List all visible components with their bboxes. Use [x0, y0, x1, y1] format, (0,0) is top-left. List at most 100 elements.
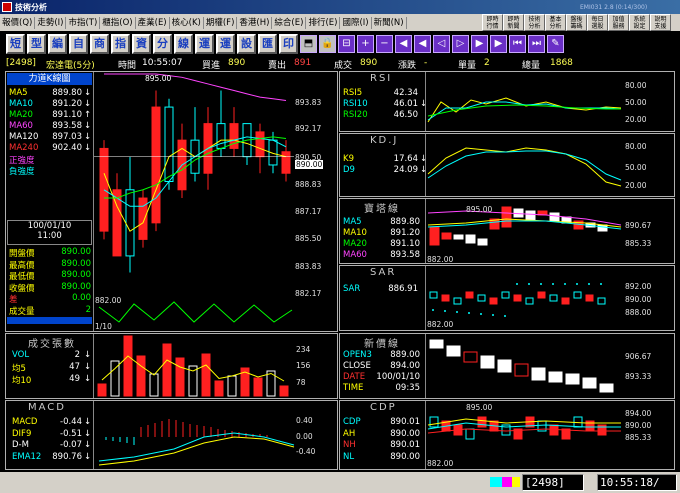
first-icon[interactable]: ⏮ [509, 35, 526, 53]
step-right-icon[interactable]: ▶ [471, 35, 488, 53]
toolbar-button-2[interactable]: 編 [48, 34, 67, 54]
last-icon[interactable]: ⏭ [528, 35, 545, 53]
quick-button-1[interactable]: 即時 新聞 [503, 14, 524, 31]
volume-bar [136, 355, 146, 397]
tower-low: 882.00 [427, 255, 454, 264]
scroll-left-icon[interactable]: ◀ [395, 35, 412, 53]
tower-row-label: MA10 [343, 228, 367, 238]
menu-item-3[interactable]: 櫃指(O) [100, 16, 136, 29]
ohlc-value: 890.00 [61, 270, 91, 280]
volume-panel[interactable]: 成交張數 VOL 2 ↓ 均5 47 ↓ 均10 49 ↓ 234 156 78 [5, 333, 338, 399]
quick-button-5[interactable]: 每日 選股 [587, 14, 608, 31]
toolbar-button-5[interactable]: 指 [111, 34, 130, 54]
newprice-panel[interactable]: 新價線 OPEN3 889.00 CLOSE 894.00 DATE 100/01/10 T… [339, 333, 675, 399]
change-label: 漲跌 [398, 61, 417, 71]
menu-item-10[interactable]: 國際(I) [340, 16, 372, 29]
volume-bar [227, 375, 237, 397]
menu-item-9[interactable]: 排行(E) [306, 16, 341, 29]
toolbar-button-12[interactable]: 匯 [258, 34, 277, 54]
menu-item-6[interactable]: 期權(F) [204, 16, 238, 29]
menu-item-11[interactable]: 新聞(N) [372, 16, 407, 29]
toolbar-button-7[interactable]: 分 [153, 34, 172, 54]
rsi-panel[interactable]: RSI RSI5 42.34 RSI10 46.01 ↓ RSI20 46.50 80.00… [339, 71, 675, 132]
sar-panel[interactable]: SAR SAR 886.91 882.00 892.00 890.00 888.00 [339, 265, 675, 331]
scroll-indicator[interactable] [7, 317, 92, 324]
volume-bar [97, 383, 107, 397]
quick-button-3[interactable]: 基本 分析 [545, 14, 566, 31]
rsi-row-value: 46.50 [393, 110, 418, 120]
macd-row-value: 890.76 [52, 451, 82, 462]
cursor-date: 100/01/10 [27, 221, 72, 231]
kline-panel[interactable]: 力道K線圖 MA5 889.80 ↓ MA10 891.20 ↓ MA20 891.10 ↑ MA… [5, 71, 338, 332]
ohlc-value: 890.00 [61, 258, 91, 269]
volume-chart [97, 335, 289, 397]
menu-item-0[interactable]: 報價(Q) [0, 16, 36, 29]
menu-item-5[interactable]: 核心(K) [170, 16, 204, 29]
draw-icon[interactable]: ✎ [547, 35, 564, 53]
layout-icon[interactable]: ⬒ [300, 35, 317, 53]
step-left-icon[interactable]: ◀ [414, 35, 431, 53]
tower-tick: 890.67 [625, 221, 652, 230]
cursor-time: 11:00 [37, 231, 62, 241]
volume-bar [175, 357, 185, 397]
sar-dot [432, 309, 434, 311]
toolbar-button-13[interactable]: 印 [279, 34, 298, 54]
toolbar-button-10[interactable]: 運 [216, 34, 235, 54]
toolbar-button-4[interactable]: 商 [90, 34, 109, 54]
sar-tick: 890.00 [625, 295, 652, 304]
macd-row-mark: ↓ [84, 417, 92, 427]
toolbar-button-8[interactable]: 線 [174, 34, 193, 54]
volume-row-value: 49 [69, 374, 80, 384]
tower-panel[interactable]: 寶塔線 MA5 889.80 MA10 891.20 MA20 891.10 MA60 893… [339, 198, 675, 264]
macd-row-mark: ↓ [84, 440, 92, 450]
sar-candle [429, 291, 438, 299]
toolbar-button-6[interactable]: 資 [132, 34, 151, 54]
quick-button-8[interactable]: 說明 支援 [650, 14, 671, 31]
toolbar-button-1[interactable]: 型 [27, 34, 46, 54]
newprice-title: 新價線 [364, 339, 400, 350]
newprice-row-label: OPEN3 [343, 350, 372, 360]
rsi-row-label: RSI5 [343, 88, 363, 98]
ohlc-label: 成交量 [9, 306, 35, 317]
volume-row-label: VOL [12, 350, 30, 360]
cdp-panel[interactable]: CDP CDP 890.01 AH 890.00 NH 890.01 NL 890.00 89… [339, 400, 675, 470]
newprice-bar [446, 345, 461, 357]
prev-icon[interactable]: ◁ [433, 35, 450, 53]
next-icon[interactable]: ▷ [452, 35, 469, 53]
toolbar-button-0[interactable]: 短 [6, 34, 25, 54]
newprice-row-value: 100/01/10 [376, 372, 420, 382]
kd-panel[interactable]: KD.J K9 17.64 ↓ D9 24.09 ↓ 80.00 50.00 20.00 [339, 133, 675, 197]
menu-item-7[interactable]: 香港(H) [237, 16, 273, 29]
lock-icon[interactable]: 🔒 [319, 35, 336, 53]
connection-status: EMI031 2.8 (0:14/300) [580, 3, 648, 11]
kline-chart[interactable] [94, 72, 294, 331]
macd-panel[interactable]: MACD MACD -0.44 ↓ DIF9 -0.51 ↓ D-M -0.07 ↓ EMA12 8… [5, 400, 338, 470]
scroll-right-icon[interactable]: ▶ [490, 35, 507, 53]
tower-bar [441, 232, 452, 240]
menu-item-4[interactable]: 產業(E) [136, 16, 170, 29]
toolbar-button-9[interactable]: 運 [195, 34, 214, 54]
newprice-row-value: 894.00 [390, 361, 420, 371]
legend-value: 891.20 [52, 99, 82, 109]
status-stock-code[interactable]: [2498] [522, 474, 584, 491]
cdp-high: 895.00 [466, 403, 493, 412]
toolbar-button-3[interactable]: 自 [69, 34, 88, 54]
sell-value: 891 [294, 58, 312, 68]
candle [99, 140, 109, 240]
menu-item-1[interactable]: 走勢(I) [35, 16, 67, 29]
rsi-row-label: RSI10 [343, 99, 368, 109]
toolbar-button-11[interactable]: 設 [237, 34, 256, 54]
trade-value: 890 [360, 58, 378, 68]
status-color-yellow [512, 477, 520, 487]
menu-item-8[interactable]: 綜合(E) [272, 16, 307, 29]
zoom-out-icon[interactable]: − [376, 35, 393, 53]
tower-bar [501, 206, 512, 228]
menu-item-2[interactable]: 市指(T) [66, 16, 101, 29]
quick-button-2[interactable]: 技術 分析 [524, 14, 545, 31]
quick-button-7[interactable]: 系統 設定 [629, 14, 650, 31]
quick-button-4[interactable]: 盤後 籌碼 [566, 14, 587, 31]
quick-button-0[interactable]: 即時 行情 [482, 14, 503, 31]
zoom-in-icon[interactable]: + [357, 35, 374, 53]
quick-button-6[interactable]: 加值 服務 [608, 14, 629, 31]
minimize-chart-icon[interactable]: ⊟ [338, 35, 355, 53]
